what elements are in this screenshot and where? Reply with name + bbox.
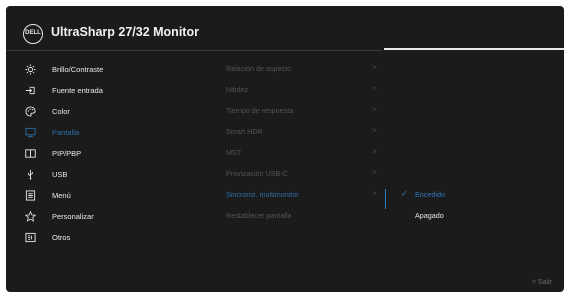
header-highlight-bar: [384, 48, 564, 50]
menu-item-label: Fuente entrada: [52, 85, 103, 95]
menu-item-label: Menú: [52, 190, 71, 200]
submenu-item-label: Nitidez: [226, 85, 248, 94]
submenu-item-priorizacion-usb-c[interactable]: Priorización USB-C >: [226, 166, 377, 182]
menu-item-label: PIP/PBP: [52, 148, 82, 158]
exit-button[interactable]: < Salir: [532, 279, 552, 286]
chevron-right-icon: >: [372, 105, 377, 114]
submenu-item-tiempo-respuesta[interactable]: Tiempo de respuesta >: [226, 103, 377, 119]
display-icon: [25, 127, 36, 137]
submenu-item-label: Restablecer pantalla: [226, 211, 292, 220]
menu-item-label: Brillo/Contraste: [52, 64, 104, 74]
menu-item-label: USB: [52, 169, 68, 179]
menu-item-label: Pantalla: [52, 127, 80, 137]
menu-item-menu[interactable]: Menú: [25, 187, 215, 203]
submenu-item-label: Sincroniz. multimonitor: [226, 190, 299, 199]
submenu-item-relacion-aspecto[interactable]: Relación de aspecto >: [226, 61, 377, 77]
checkmark-icon: ✓: [401, 189, 408, 198]
menu-item-personalizar[interactable]: Personalizar: [25, 208, 215, 224]
submenu-item-label: Relación de aspecto: [226, 64, 292, 73]
menu-item-brillo-contraste[interactable]: Brillo/Contraste: [25, 61, 215, 77]
option-label: Apagado: [415, 211, 444, 220]
submenu-item-smart-hdr[interactable]: Smart HDR >: [226, 124, 377, 140]
menu-item-fuente-entrada[interactable]: Fuente entrada: [25, 82, 215, 98]
menu-item-label: Otros: [52, 232, 71, 242]
submenu-item-label: MST: [226, 148, 242, 157]
submenu-item-label: Tiempo de respuesta: [226, 106, 294, 115]
osd-title: UltraSharp 27/32 Monitor: [51, 25, 199, 39]
submenu-item-nitidez[interactable]: Nitidez >: [226, 82, 377, 98]
header-divider: [6, 50, 382, 51]
submenu-item-sincroniz-multimonitor[interactable]: Sincroniz. multimonitor >: [226, 187, 377, 203]
menu-item-usb[interactable]: USB: [25, 166, 215, 182]
submenu-item-mst[interactable]: MST >: [226, 145, 377, 161]
monitor-osd: DELL UltraSharp 27/32 Monitor Brillo/Con…: [6, 6, 564, 292]
chevron-right-icon: >: [372, 84, 377, 93]
chevron-right-icon: >: [372, 189, 377, 198]
chevron-right-icon: >: [372, 63, 377, 72]
menu-item-pip-pbp[interactable]: PIP/PBP: [25, 145, 215, 161]
chevron-right-icon: >: [372, 126, 377, 135]
pip-pbp-icon: [25, 148, 36, 158]
menu-item-color[interactable]: Color: [25, 103, 215, 119]
star-icon: [25, 210, 36, 222]
input-source-icon: [25, 86, 35, 94]
menu-item-label: Personalizar: [52, 211, 94, 221]
menu-item-label: Color: [52, 106, 70, 116]
menu-icon: [25, 189, 36, 201]
color-palette-icon: [25, 105, 36, 117]
others-icon: [25, 232, 36, 242]
selection-indicator: [385, 189, 386, 209]
usb-icon: [28, 169, 33, 179]
chevron-right-icon: >: [372, 147, 377, 156]
dell-logo: DELL: [23, 24, 43, 44]
brightness-icon: [25, 63, 36, 75]
menu-item-pantalla[interactable]: Pantalla: [25, 124, 215, 140]
osd-header: DELL UltraSharp 27/32 Monitor: [6, 6, 564, 50]
option-label: Encedido: [415, 190, 445, 199]
submenu-item-label: Priorización USB-C: [226, 169, 288, 178]
chevron-right-icon: >: [372, 168, 377, 177]
submenu-item-label: Smart HDR: [226, 127, 263, 136]
submenu-item-restablecer-pantalla[interactable]: Restablecer pantalla: [226, 208, 376, 224]
menu-item-otros[interactable]: Otros: [25, 229, 215, 245]
